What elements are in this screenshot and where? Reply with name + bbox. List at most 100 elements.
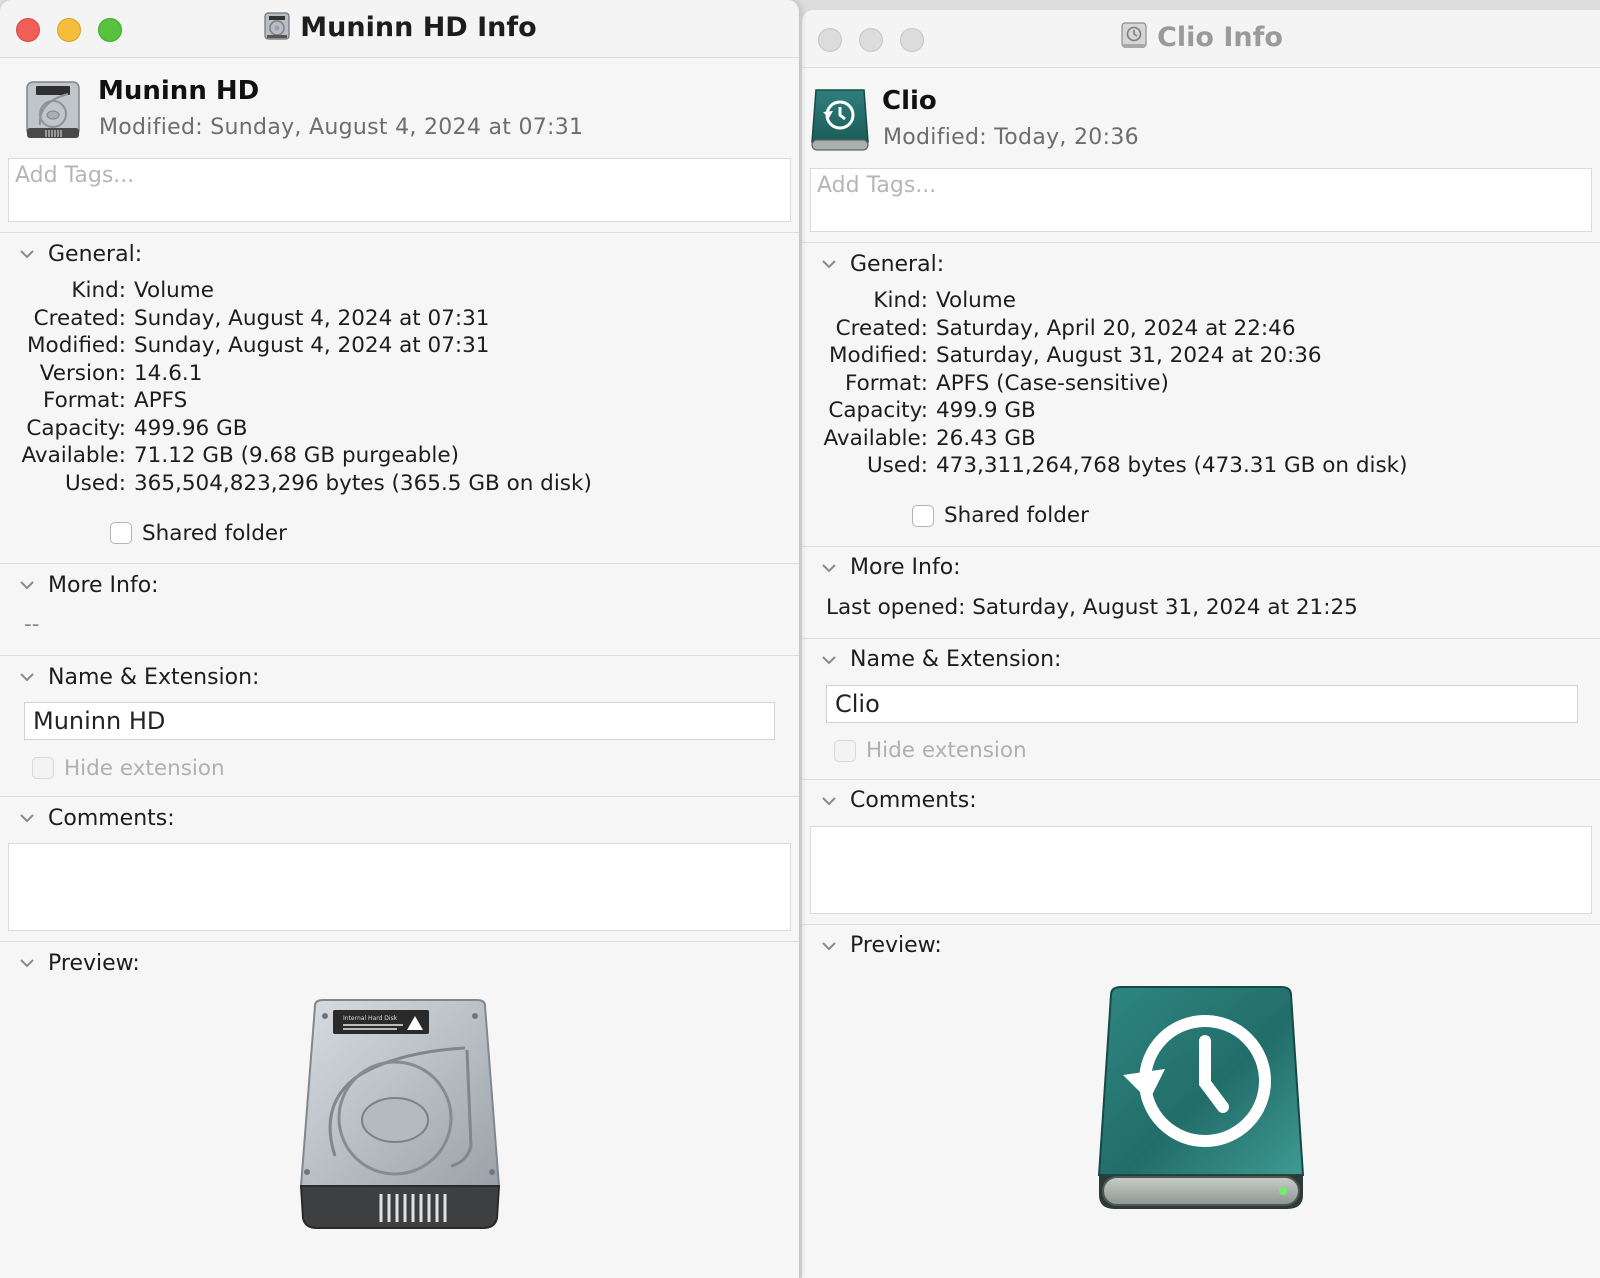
titlebar: Muninn HD Info (0, 0, 799, 58)
hide-extension-checkbox[interactable]: Hide extension (0, 746, 799, 790)
general-info-list: Kind: Volume Created: Sunday, August 4, 20… (0, 277, 799, 511)
info-window-clio: Clio Info Clio Modified: Today, 20:36 Ge… (802, 10, 1600, 1278)
general-section: General: Kind: Volume Created: Saturday, A… (802, 242, 1600, 538)
preview-disclosure[interactable]: Preview: (802, 925, 1600, 967)
capacity-label: Capacity: (26, 415, 126, 441)
more-info-section: More Info: -- (0, 563, 799, 655)
shared-folder-box[interactable] (912, 504, 934, 527)
preview-section: Preview: Internal Hard Disk (0, 941, 799, 1236)
modified-summary: Modified: Sunday, August 4, 2024 at 07:3… (99, 115, 584, 140)
tags-field[interactable] (810, 168, 1592, 232)
used-label: Used: (866, 453, 928, 478)
version-label: Version: (39, 360, 126, 386)
tags-field[interactable] (8, 158, 791, 222)
hide-extension-checkbox[interactable]: Hide extension (802, 729, 1600, 773)
preview-disclosure[interactable]: Preview: (0, 942, 799, 984)
preview-image: Internal Hard Disk (0, 996, 799, 1236)
available-value: 71.12 GB (9.68 GB purgeable) (134, 443, 459, 468)
chevron-down-icon (822, 941, 836, 950)
name-field[interactable] (826, 684, 1578, 723)
kind-value: Volume (936, 288, 1016, 313)
name-extension-section: Name & Extension: Hide extension (0, 655, 799, 790)
hard-disk-title-icon (262, 11, 292, 48)
kind-value: Volume (134, 278, 214, 303)
comments-section: Comments: (802, 778, 1600, 914)
name-extension-disclosure[interactable]: Name & Extension: (0, 656, 799, 698)
name-extension-section: Name & Extension: Hide extension (802, 637, 1600, 773)
shared-folder-box[interactable] (110, 522, 132, 544)
chevron-down-icon (20, 814, 34, 823)
modified-label: Modified: (27, 333, 126, 358)
chevron-down-icon (822, 655, 836, 664)
preview-image (802, 983, 1600, 1223)
format-value: APFS (Case-sensitive) (936, 370, 1169, 396)
svg-text:Internal Hard Disk: Internal Hard Disk (343, 1015, 398, 1022)
name-field[interactable] (24, 702, 775, 740)
comments-input[interactable] (9, 844, 790, 930)
kind-label: Kind: (71, 278, 126, 303)
comments-disclosure[interactable]: Comments: (802, 780, 1600, 822)
time-machine-disk-icon (810, 88, 870, 156)
name-extension-disclosure[interactable]: Name & Extension: (802, 639, 1600, 681)
comments-field[interactable] (810, 825, 1592, 914)
chevron-down-icon (822, 563, 836, 572)
shared-folder-checkbox[interactable]: Shared folder (802, 494, 1600, 538)
chevron-down-icon (822, 260, 836, 269)
more-info-disclosure[interactable]: More Info: (802, 547, 1600, 589)
shared-folder-checkbox[interactable]: Shared folder (0, 511, 799, 555)
general-section: General: Kind: Volume Created: Sunday, Aug… (0, 232, 799, 555)
version-value: 14.6.1 (134, 360, 203, 386)
titlebar: Clio Info (802, 10, 1600, 68)
window-title: Clio Info (802, 21, 1600, 58)
general-disclosure[interactable]: General: (802, 243, 1600, 285)
volume-name: Muninn HD (98, 76, 260, 106)
item-header: Muninn HD Modified: Sunday, August 4, 20… (0, 58, 799, 158)
internal-hard-disk-preview-icon: Internal Hard Disk (299, 999, 500, 1229)
available-label: Available: (823, 425, 928, 451)
time-machine-title-icon (1119, 21, 1149, 58)
format-label: Format: (844, 370, 928, 396)
chevron-down-icon (20, 581, 34, 590)
chevron-down-icon (822, 796, 836, 805)
hide-extension-box[interactable] (834, 739, 856, 762)
created-label: Created: (33, 305, 126, 331)
used-value: 473,311,264,768 bytes (473.31 GB on disk… (936, 453, 1408, 478)
internal-hard-disk-icon (24, 80, 82, 144)
general-info-list: Kind: Volume Created: Saturday, April 20, … (802, 287, 1600, 494)
format-value: APFS (134, 388, 188, 413)
available-value: 26.43 GB (936, 425, 1036, 451)
created-value: Sunday, August 4, 2024 at 07:31 (134, 305, 490, 331)
last-opened-text: Last opened: Saturday, August 31, 2024 a… (826, 594, 1358, 620)
capacity-value: 499.96 GB (134, 415, 248, 441)
created-label: Created: (835, 315, 928, 341)
chevron-down-icon (20, 959, 34, 968)
format-label: Format: (42, 388, 126, 413)
more-info-text: -- (24, 612, 40, 637)
kind-label: Kind: (873, 288, 928, 313)
hide-extension-box[interactable] (32, 757, 54, 779)
comments-field[interactable] (8, 843, 791, 931)
capacity-label: Capacity: (828, 398, 928, 423)
preview-section: Preview: (802, 923, 1600, 1223)
tags-input[interactable] (811, 169, 1591, 202)
comments-input[interactable] (811, 826, 1591, 913)
used-value: 365,504,823,296 bytes (365.5 GB on disk) (134, 470, 592, 496)
comments-disclosure[interactable]: Comments: (0, 797, 799, 839)
modified-value: Sunday, August 4, 2024 at 07:31 (134, 333, 490, 358)
general-disclosure[interactable]: General: (0, 233, 799, 275)
window-title: Muninn HD Info (0, 11, 799, 48)
modified-label: Modified: (829, 343, 928, 368)
tags-input[interactable] (9, 159, 790, 192)
chevron-down-icon (20, 250, 34, 259)
available-label: Available: (21, 443, 126, 468)
modified-value: Saturday, August 31, 2024 at 20:36 (936, 343, 1322, 368)
item-header: Clio Modified: Today, 20:36 (802, 68, 1600, 168)
modified-summary: Modified: Today, 20:36 (883, 125, 1139, 150)
capacity-value: 499.9 GB (936, 398, 1036, 423)
name-input[interactable] (25, 703, 774, 739)
more-info-section: More Info: Last opened: Saturday, August… (802, 545, 1600, 638)
time-machine-disk-preview-icon (1097, 985, 1305, 1209)
more-info-disclosure[interactable]: More Info: (0, 564, 799, 606)
volume-name: Clio (882, 86, 937, 116)
name-input[interactable] (827, 685, 1577, 722)
